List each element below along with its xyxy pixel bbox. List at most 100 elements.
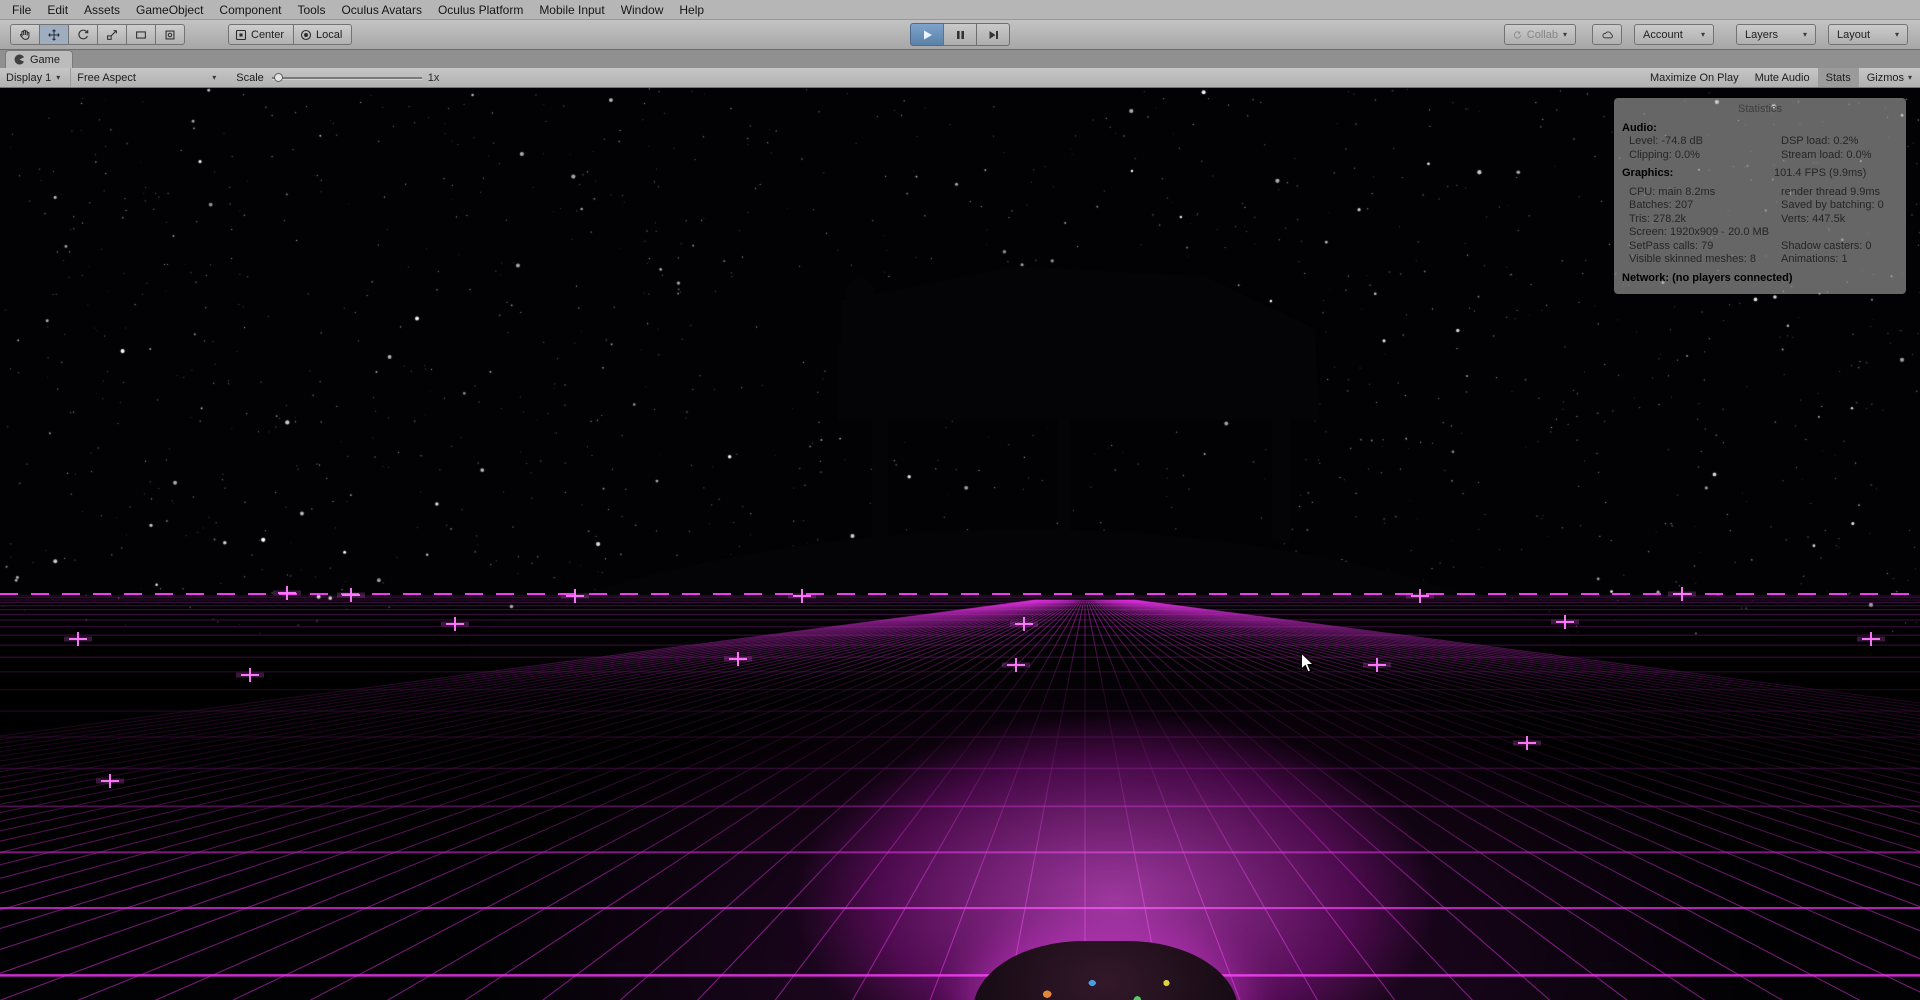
- stats-button[interactable]: Stats: [1817, 68, 1859, 87]
- hand-icon: [19, 29, 30, 40]
- menu-oculus-avatars[interactable]: Oculus Avatars: [333, 3, 429, 17]
- layers-dropdown[interactable]: Layers ▾: [1736, 24, 1816, 45]
- game-viewport[interactable]: Statistics Audio: Level: -74.8 dB DSP loa…: [0, 88, 1920, 1000]
- tab-strip: Game: [0, 50, 1920, 68]
- chevron-down-icon: ▾: [56, 72, 61, 82]
- move-icon: [48, 28, 60, 41]
- hand-tool-button[interactable]: [10, 24, 40, 45]
- pause-icon: [957, 30, 964, 39]
- stat-verts: Verts: 447.5k: [1781, 212, 1846, 225]
- menu-help[interactable]: Help: [671, 3, 712, 17]
- chevron-down-icon: ▾: [1802, 29, 1807, 39]
- collab-button[interactable]: Collab ▾: [1504, 24, 1576, 45]
- tab-game[interactable]: Game: [5, 50, 73, 68]
- aspect-ratio-dropdown[interactable]: Free Aspect ▾: [70, 68, 222, 87]
- menu-oculus-platform[interactable]: Oculus Platform: [430, 3, 531, 17]
- stat-screen: Screen: 1920x909 - 20.0 MB: [1629, 226, 1770, 238]
- game-view-toolbar: Display 1 ▾ Free Aspect ▾ Scale 1x Maxim…: [0, 68, 1920, 88]
- transform-tools-group: [10, 24, 185, 45]
- pivot-center-label: Center: [251, 28, 285, 41]
- rect-tool-button[interactable]: [126, 24, 156, 45]
- step-icon: [989, 30, 998, 39]
- stat-shadow-casters: Shadow casters: 0: [1781, 239, 1872, 252]
- menu-tools[interactable]: Tools: [289, 3, 333, 17]
- scale-slider-track: [271, 76, 422, 79]
- transform-icon: [165, 30, 175, 39]
- rect-icon: [136, 30, 146, 39]
- collab-label: Collab: [1526, 28, 1558, 41]
- chevron-down-icon: ▾: [1562, 29, 1567, 39]
- statistics-panel: Statistics Audio: Level: -74.8 dB DSP loa…: [1614, 98, 1906, 294]
- cloud-icon: [1602, 31, 1613, 39]
- stat-graphics-heading: Graphics:: [1622, 167, 1674, 179]
- scale-value: 1x: [427, 71, 440, 84]
- chevron-down-icon: ▾: [1894, 29, 1899, 39]
- account-dropdown[interactable]: Account ▾: [1634, 24, 1714, 45]
- stat-batches: Batches: 207: [1629, 199, 1694, 211]
- main-toolbar: Center Local Collab ▾ Account ▾ Layers ▾…: [0, 20, 1920, 50]
- stat-audio-heading: Audio:: [1622, 121, 1657, 134]
- aspect-label: Free Aspect: [77, 71, 136, 84]
- collab-icon: [1513, 30, 1521, 39]
- menu-component[interactable]: Component: [211, 3, 289, 17]
- orientation-local-label: Local: [316, 28, 343, 41]
- orientation-local-icon: [300, 29, 312, 40]
- menu-gameobject[interactable]: GameObject: [128, 3, 211, 17]
- play-controls: [910, 23, 1010, 46]
- stat-clipping: Clipping: 0.0%: [1629, 148, 1700, 161]
- scale-icon: [107, 29, 117, 40]
- menu-edit[interactable]: Edit: [39, 3, 76, 17]
- menu-bar: File Edit Assets GameObject Component To…: [0, 0, 1920, 20]
- stat-animations: Animations: 1: [1781, 253, 1848, 265]
- stat-audio-level: Level: -74.8 dB: [1629, 135, 1703, 147]
- step-button[interactable]: [976, 23, 1010, 46]
- stat-cpu-main: CPU: main 8.2ms: [1629, 185, 1716, 198]
- cloud-button[interactable]: [1592, 24, 1622, 45]
- account-label: Account: [1643, 28, 1683, 41]
- display-label: Display 1: [6, 71, 52, 84]
- maximize-on-play-button[interactable]: Maximize On Play: [1642, 68, 1747, 87]
- pivot-group: Center Local: [228, 24, 353, 45]
- mute-audio-button[interactable]: Mute Audio: [1747, 68, 1818, 87]
- layout-dropdown[interactable]: Layout ▾: [1828, 24, 1908, 45]
- rotate-tool-button[interactable]: [68, 24, 98, 45]
- play-icon: [924, 30, 932, 39]
- scale-slider[interactable]: [271, 72, 422, 84]
- display-dropdown[interactable]: Display 1 ▾: [0, 68, 66, 87]
- mouse-cursor: [1300, 652, 1316, 674]
- statistics-title: Statistics: [1737, 103, 1782, 115]
- move-tool-button[interactable]: [39, 24, 69, 45]
- gizmos-label: Gizmos: [1866, 71, 1904, 84]
- pause-button[interactable]: [943, 23, 977, 46]
- orientation-local-button[interactable]: Local: [293, 24, 353, 45]
- play-button[interactable]: [910, 23, 944, 46]
- game-view-icon: [14, 54, 24, 65]
- scale-label: Scale: [236, 71, 264, 84]
- menu-file[interactable]: File: [4, 3, 39, 17]
- stat-saved-by-batching: Saved by batching: 0: [1781, 199, 1884, 211]
- stat-fps: 101.4 FPS (9.9ms): [1774, 167, 1867, 179]
- chevron-down-icon: ▾: [1907, 72, 1912, 82]
- cursor-arrow-icon: [1300, 652, 1315, 673]
- layout-label: Layout: [1837, 28, 1871, 41]
- pivot-center-icon: [235, 29, 247, 40]
- stat-setpass-calls: SetPass calls: 79: [1629, 239, 1714, 252]
- stat-stream-load: Stream load: 0.0%: [1781, 148, 1872, 161]
- menu-mobile-input[interactable]: Mobile Input: [531, 3, 612, 17]
- layers-label: Layers: [1745, 28, 1779, 41]
- pivot-center-button[interactable]: Center: [228, 24, 295, 45]
- rotate-icon: [78, 29, 89, 39]
- gizmos-button[interactable]: Gizmos ▾: [1859, 68, 1920, 87]
- stat-skinned-meshes: Visible skinned meshes: 8: [1629, 253, 1756, 265]
- stat-dsp-load: DSP load: 0.2%: [1781, 135, 1859, 147]
- chevron-down-icon: ▾: [1700, 29, 1705, 39]
- scale-tool-button[interactable]: [97, 24, 127, 45]
- toolbar-right-group: Collab ▾ Account ▾ Layers ▾ Layout ▾: [1504, 24, 1908, 45]
- stat-cpu-render: render thread 9.9ms: [1781, 185, 1881, 198]
- tab-game-label: Game: [30, 53, 60, 66]
- menu-window[interactable]: Window: [613, 3, 672, 17]
- transform-tool-button[interactable]: [155, 24, 185, 45]
- scale-slider-knob[interactable]: [273, 72, 283, 82]
- stat-tris: Tris: 278.2k: [1629, 212, 1687, 225]
- menu-assets[interactable]: Assets: [76, 3, 128, 17]
